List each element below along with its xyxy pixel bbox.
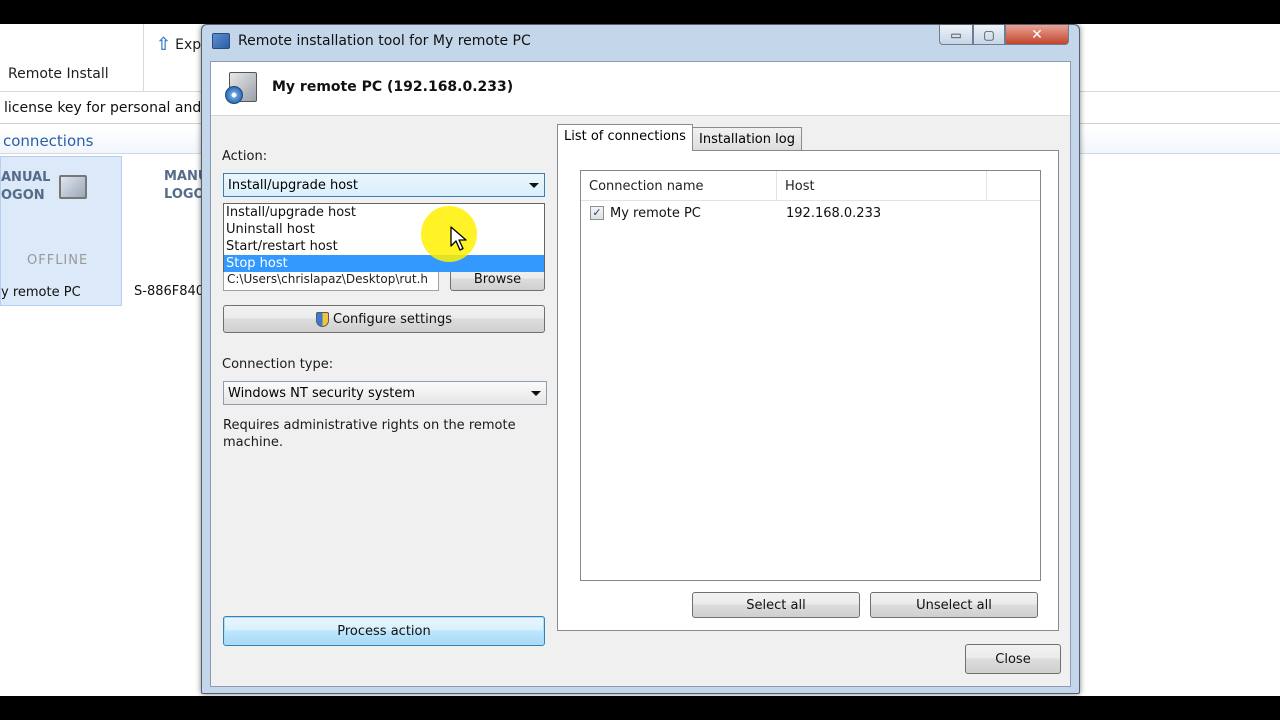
- chevron-down-icon[interactable]: [531, 391, 541, 396]
- action-select[interactable]: Install/upgrade host: [223, 173, 545, 197]
- column-header-connection-name[interactable]: Connection name: [581, 171, 777, 201]
- dropdown-option-uninstall[interactable]: Uninstall host: [224, 221, 544, 238]
- row-checkbox[interactable]: ✓: [590, 206, 604, 220]
- header-title: My remote PC (192.168.0.233): [272, 79, 514, 95]
- toolbar-divider: [143, 24, 144, 92]
- connections-tab-panel: Connection name Host ✓ My remote PC 192.…: [557, 150, 1059, 631]
- dialog-header: My remote PC (192.168.0.233): [211, 62, 1070, 116]
- tile-logon-label: ANUAL OGON: [1, 169, 50, 205]
- unselect-all-label: Unselect all: [916, 597, 992, 613]
- cursor-highlight: [421, 206, 477, 262]
- tab-installation-log[interactable]: Installation log: [692, 127, 802, 151]
- process-action-label: Process action: [337, 623, 431, 639]
- action-dropdown-list: Install/upgrade host Uninstall host Star…: [223, 203, 545, 272]
- row-host: 192.168.0.233: [786, 206, 882, 221]
- row-connection-name: My remote PC: [610, 206, 701, 221]
- export-label: Exp: [175, 36, 202, 53]
- export-button[interactable]: ⇧ Exp: [156, 34, 201, 55]
- tile-name: y remote PC: [1, 285, 81, 300]
- dropdown-option-start-restart[interactable]: Start/restart host: [224, 238, 544, 255]
- configure-label: Configure settings: [333, 311, 452, 327]
- table-row[interactable]: ✓ My remote PC 192.168.0.233: [581, 204, 1040, 224]
- tile-logon-line2: OGON: [1, 188, 45, 203]
- dropdown-option-stop[interactable]: Stop host: [224, 255, 544, 272]
- remote-installation-dialog: Remote installation tool for My remote P…: [201, 24, 1080, 694]
- column-header-host[interactable]: Host: [777, 171, 987, 201]
- action-label: Action:: [222, 149, 268, 164]
- close-window-button[interactable]: ✕: [1005, 25, 1069, 45]
- browse-label: Browse: [473, 271, 522, 287]
- chevron-down-icon[interactable]: [529, 183, 539, 188]
- select-all-button[interactable]: Select all: [692, 592, 860, 618]
- tile-name: S-886F840: [134, 284, 205, 299]
- close-icon: ✕: [1031, 26, 1043, 43]
- connection-type-label: Connection type:: [222, 357, 334, 372]
- process-action-button[interactable]: Process action: [223, 616, 545, 646]
- dialog-client-area: My remote PC (192.168.0.233) Action: Ins…: [210, 61, 1071, 687]
- installer-icon: [223, 68, 263, 108]
- remote-install-tab[interactable]: Remote Install: [8, 66, 109, 82]
- uac-shield-icon: [316, 311, 329, 327]
- minimize-icon: ▭: [950, 27, 962, 42]
- dialog-titlebar[interactable]: Remote installation tool for My remote P…: [202, 25, 1079, 59]
- action-selected-value: Install/upgrade host: [228, 178, 359, 193]
- connections-list[interactable]: Connection name Host ✓ My remote PC 192.…: [580, 170, 1041, 581]
- connection-type-value: Windows NT security system: [228, 386, 415, 401]
- maximize-icon: ▢: [983, 27, 995, 42]
- select-all-label: Select all: [746, 597, 806, 613]
- connection-type-select[interactable]: Windows NT security system: [223, 381, 547, 405]
- tile-logon-line1: ANUAL: [1, 170, 51, 185]
- close-label: Close: [995, 651, 1031, 667]
- tile-status: OFFLINE: [27, 253, 89, 268]
- unselect-all-button[interactable]: Unselect all: [870, 592, 1038, 618]
- maximize-button[interactable]: ▢: [973, 25, 1005, 45]
- connection-tile-my-remote-pc[interactable]: ANUAL OGON OFFLINE y remote PC: [0, 156, 122, 306]
- connection-type-description: Requires administrative rights on the re…: [223, 418, 516, 450]
- app-icon: [212, 33, 230, 49]
- minimize-button[interactable]: ▭: [939, 25, 973, 45]
- configure-settings-button[interactable]: Configure settings: [223, 305, 545, 333]
- tab-list-of-connections[interactable]: List of connections: [557, 124, 693, 151]
- list-header: Connection name Host: [581, 171, 1040, 201]
- monitor-icon: [59, 175, 87, 199]
- export-arrow-icon: ⇧: [156, 34, 172, 55]
- dropdown-option-install[interactable]: Install/upgrade host: [224, 204, 544, 221]
- installer-disc-icon: [225, 86, 243, 104]
- dialog-title: Remote installation tool for My remote P…: [238, 33, 531, 49]
- close-button[interactable]: Close: [965, 644, 1061, 674]
